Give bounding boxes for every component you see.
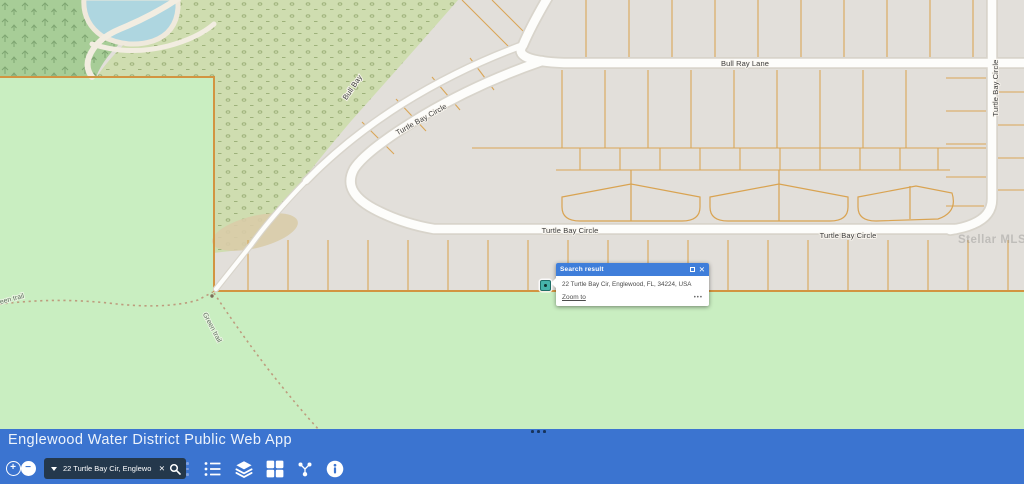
zoom-out-button[interactable]: − <box>21 461 36 476</box>
popup-header: Search result ✕ <box>556 263 709 276</box>
popup-callout-arrow <box>551 278 556 288</box>
zoom-in-button[interactable]: + <box>6 461 21 476</box>
share-nodes-icon <box>296 460 314 478</box>
legend-button[interactable] <box>204 460 222 478</box>
layers-stack-icon <box>235 460 253 478</box>
search-result-marker-icon[interactable] <box>540 280 551 291</box>
street-label-turtle-bay-circle-mid: Turtle Bay Circle <box>542 226 599 235</box>
popup-address: 22 Turtle Bay Cir, Englewood, FL, 34224,… <box>556 276 709 288</box>
caret-down-icon[interactable] <box>51 467 57 471</box>
photo-watermark: Stellar MLS <box>958 234 1024 246</box>
maximize-square-icon[interactable] <box>690 267 695 272</box>
panel-drag-handle[interactable] <box>531 430 546 433</box>
map-graphics: Bull Ray Lane Turtle Bay Circle Turtle B… <box>0 0 1024 429</box>
clear-search-icon[interactable]: ✕ <box>159 464 165 473</box>
info-button[interactable] <box>326 460 344 478</box>
map-canvas[interactable]: Bull Ray Lane Turtle Bay Circle Turtle B… <box>0 0 1024 429</box>
search-bar: ✕ <box>44 458 186 479</box>
bottom-toolbar: Englewood Water District Public Web App … <box>0 429 1024 484</box>
street-label-bull-ray-lane: Bull Ray Lane <box>721 59 769 68</box>
legend-list-icon <box>204 460 222 478</box>
basemap-grid-icon <box>266 460 284 478</box>
popup-title: Search result <box>560 266 604 273</box>
zoom-to-link[interactable]: Zoom to <box>562 294 586 301</box>
close-icon[interactable]: ✕ <box>699 266 705 273</box>
search-result-popup: Search result ✕ 22 Turtle Bay Cir, Engle… <box>556 263 709 306</box>
street-label-turtle-bay-circle-vertical: Turtle Bay Circle <box>991 60 1000 117</box>
app-title: Englewood Water District Public Web App <box>8 432 292 448</box>
street-label-turtle-bay-circle-right: Turtle Bay Circle <box>820 231 877 240</box>
share-button[interactable] <box>296 460 314 478</box>
magnifier-icon[interactable] <box>169 463 181 475</box>
layers-button[interactable] <box>235 460 253 478</box>
app-window: Bull Ray Lane Turtle Bay Circle Turtle B… <box>0 0 1024 484</box>
popup-more-options[interactable]: ••• <box>694 296 703 300</box>
trailhead-dot <box>210 294 213 297</box>
info-circle-icon <box>326 460 344 478</box>
search-input[interactable] <box>63 464 161 473</box>
basemap-button[interactable] <box>266 460 284 478</box>
toolbar-drag-handle-icon[interactable] <box>186 462 189 476</box>
